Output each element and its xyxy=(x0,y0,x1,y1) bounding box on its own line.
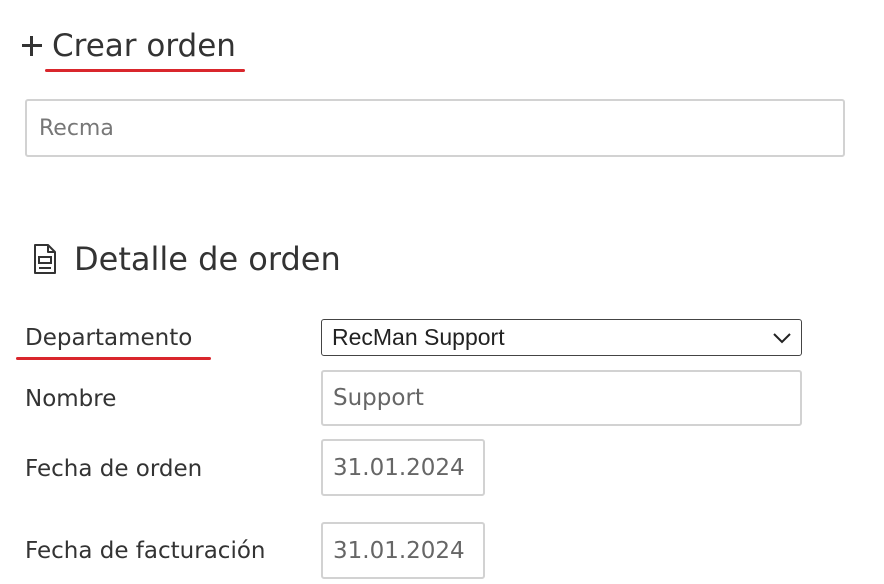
document-icon xyxy=(34,244,56,274)
title-underline xyxy=(45,69,245,72)
order-date-input[interactable] xyxy=(321,439,485,496)
chevron-down-icon xyxy=(773,332,791,343)
department-label: Departamento xyxy=(25,325,193,351)
plus-icon xyxy=(22,36,42,56)
department-underline xyxy=(16,357,211,360)
billing-date-input[interactable] xyxy=(321,522,485,579)
order-date-label: Fecha de orden xyxy=(25,456,203,482)
create-order-header: Crear orden xyxy=(22,26,236,66)
department-select-value: RecMan Support xyxy=(332,324,505,350)
name-input[interactable] xyxy=(321,370,802,426)
name-label: Nombre xyxy=(25,386,117,412)
detail-section-header: Detalle de orden xyxy=(32,237,341,281)
page-title: Crear orden xyxy=(52,28,236,64)
department-select[interactable]: RecMan Support xyxy=(321,319,802,356)
order-name-input[interactable] xyxy=(25,99,845,157)
billing-date-label: Fecha de facturación xyxy=(25,538,266,564)
section-title: Detalle de orden xyxy=(74,240,341,278)
